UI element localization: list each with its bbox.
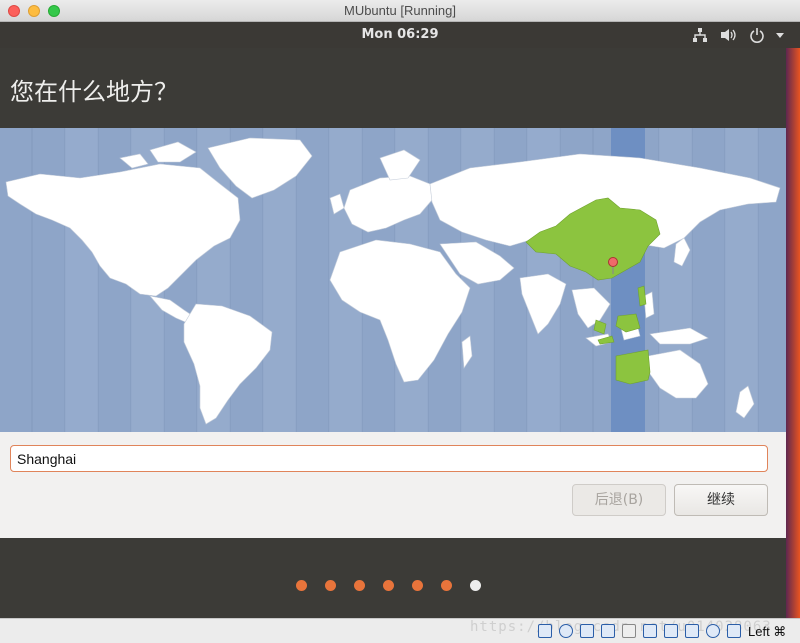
top-panel: Mon 06:29 xyxy=(0,22,800,48)
mouse-integration-icon[interactable] xyxy=(727,624,741,638)
recording-icon[interactable] xyxy=(664,624,678,638)
window-titlebar: MUbuntu [Running] xyxy=(0,0,800,22)
installer-header: 您在什么地方？ xyxy=(0,48,786,128)
window-title: MUbuntu [Running] xyxy=(343,3,456,18)
usb-icon[interactable] xyxy=(685,624,699,638)
progress-dot xyxy=(354,580,365,591)
desktop-wallpaper-edge xyxy=(786,48,800,618)
hard-disk-icon[interactable] xyxy=(538,624,552,638)
progress-dot xyxy=(383,580,394,591)
progress-dot xyxy=(412,580,423,591)
page-title: 您在什么地方？ xyxy=(10,78,178,106)
clock[interactable]: Mon 06:29 xyxy=(0,27,800,42)
display-icon[interactable] xyxy=(622,624,636,638)
back-button[interactable]: 后退(B) xyxy=(572,484,666,516)
shared-folder-icon[interactable] xyxy=(601,624,615,638)
dropdown-arrow-icon[interactable] xyxy=(774,27,786,43)
monitor-icon[interactable] xyxy=(643,624,657,638)
network-adapter-icon[interactable] xyxy=(580,624,594,638)
cpu-icon[interactable] xyxy=(706,624,720,638)
timezone-map[interactable] xyxy=(0,128,786,432)
network-icon[interactable] xyxy=(692,27,708,43)
installer-footer xyxy=(0,538,786,618)
host-key-label: Left ⌘ xyxy=(748,624,787,639)
location-search-input[interactable] xyxy=(10,445,768,472)
installer-window: 您在什么地方？ Shanghai 后退(B) 继续 xyxy=(0,48,786,618)
optical-drive-icon[interactable] xyxy=(559,624,573,638)
volume-icon[interactable] xyxy=(720,27,738,43)
progress-dot xyxy=(296,580,307,591)
progress-dot-current xyxy=(470,580,481,591)
power-icon[interactable] xyxy=(749,27,765,43)
progress-dot xyxy=(441,580,452,591)
continue-button[interactable]: 继续 xyxy=(674,484,768,516)
vm-statusbar: https://blog.csdn.net/u014028063 Left ⌘ xyxy=(0,618,800,643)
progress-dot xyxy=(325,580,336,591)
